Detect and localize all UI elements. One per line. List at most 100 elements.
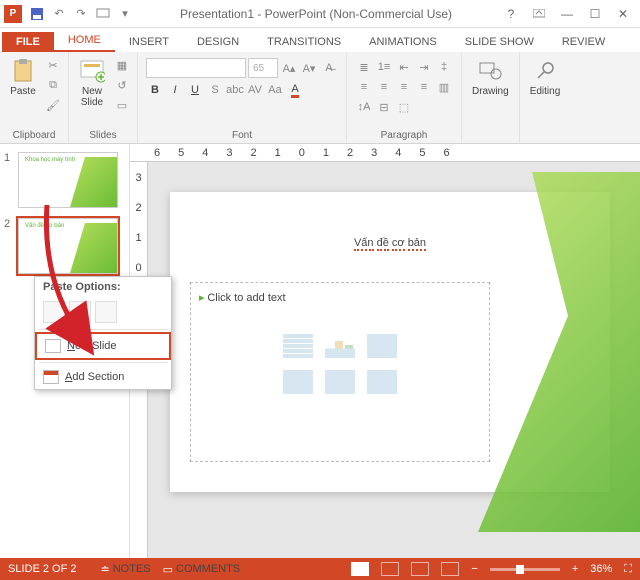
thumbnail-2[interactable]: Vấn đề cơ bản — [18, 218, 118, 274]
font-family-select[interactable] — [146, 58, 246, 78]
italic-button[interactable]: I — [166, 81, 184, 99]
indent-left-icon[interactable]: ⇤ — [395, 58, 413, 76]
grow-font-icon[interactable]: A▴ — [280, 59, 298, 77]
tab-insert[interactable]: INSERT — [115, 32, 183, 52]
font-color-icon[interactable]: A — [286, 81, 304, 99]
help-icon[interactable]: ? — [498, 4, 524, 24]
line-spacing-icon[interactable]: ‡ — [435, 58, 453, 76]
cut-icon[interactable]: ✂ — [44, 56, 62, 74]
insert-table-icon[interactable] — [283, 334, 313, 358]
align-center-icon[interactable]: ≡ — [375, 78, 393, 96]
minimize-icon[interactable]: — — [554, 4, 580, 24]
slideshow-view-icon[interactable] — [441, 562, 459, 576]
align-left-icon[interactable]: ≡ — [355, 78, 373, 96]
section-icon[interactable]: ▭ — [113, 96, 131, 114]
underline-button[interactable]: U — [186, 81, 204, 99]
insert-picture-icon[interactable] — [283, 370, 313, 394]
redo-icon[interactable]: ↷ — [72, 5, 90, 23]
numbering-icon[interactable]: 1≡ — [375, 58, 393, 76]
reading-view-icon[interactable] — [411, 562, 429, 576]
zoom-out-button[interactable]: − — [471, 563, 477, 575]
tab-home[interactable]: HOME — [54, 30, 115, 52]
slide-title[interactable]: Vấn đề cơ bản — [170, 222, 610, 254]
strike-button[interactable]: S — [206, 81, 224, 99]
context-add-section[interactable]: Add Section — [35, 365, 171, 389]
comments-button[interactable]: ▭ COMMENTS — [163, 563, 241, 576]
thumb-number: 1 — [4, 152, 14, 208]
thumb-number: 2 — [4, 218, 14, 274]
paste-icon — [10, 58, 36, 84]
ribbon: Paste ✂ ⧉ 🖌 Clipboard New Slide ▦ ↺ ▭ Sl… — [0, 52, 640, 144]
new-slide-button[interactable]: New Slide — [75, 56, 109, 110]
insert-chart-icon[interactable] — [325, 334, 355, 358]
notes-button[interactable]: ≐ NOTES — [100, 563, 150, 576]
slide[interactable]: Vấn đề cơ bản ▸ Click to add text — [170, 192, 610, 492]
start-slideshow-icon[interactable] — [94, 5, 112, 23]
add-section-icon — [43, 370, 59, 384]
tab-slideshow[interactable]: SLIDE SHOW — [451, 32, 548, 52]
justify-icon[interactable]: ≡ — [415, 78, 433, 96]
layout-icon[interactable]: ▦ — [113, 56, 131, 74]
group-drawing: Drawing — [462, 52, 520, 143]
shadow-button[interactable]: abc — [226, 81, 244, 99]
slide-indicator[interactable]: SLIDE 2 OF 2 — [8, 563, 76, 575]
tab-design[interactable]: DESIGN — [183, 32, 253, 52]
insert-smartart-icon[interactable] — [367, 334, 397, 358]
clear-format-icon[interactable]: A̶ — [320, 59, 338, 77]
editing-button[interactable]: Editing — [526, 56, 565, 99]
window-title: Presentation1 - PowerPoint (Non-Commerci… — [134, 7, 498, 21]
paste-button[interactable]: Paste — [6, 56, 40, 99]
format-painter-icon[interactable]: 🖌 — [44, 96, 62, 114]
context-new-slide-label: New Slide — [67, 340, 117, 352]
bold-button[interactable]: B — [146, 81, 164, 99]
char-spacing-icon[interactable]: AV — [246, 81, 264, 99]
tab-transitions[interactable]: TRANSITIONS — [253, 32, 355, 52]
normal-view-icon[interactable] — [351, 562, 369, 576]
group-slides: New Slide ▦ ↺ ▭ Slides — [69, 52, 138, 143]
new-slide-icon — [45, 339, 61, 353]
zoom-level[interactable]: 36% — [590, 563, 612, 575]
paste-keep-source-icon[interactable] — [69, 301, 91, 323]
save-icon[interactable] — [28, 5, 46, 23]
text-direction-icon[interactable]: ↕A — [355, 98, 373, 116]
thumbnail-1[interactable]: Khoa học máy tính — [18, 152, 118, 208]
align-right-icon[interactable]: ≡ — [395, 78, 413, 96]
status-bar: SLIDE 2 OF 2 ≐ NOTES ▭ COMMENTS − + 36% … — [0, 558, 640, 580]
copy-icon[interactable]: ⧉ — [44, 76, 62, 94]
align-text-icon[interactable]: ⊟ — [375, 98, 393, 116]
sorter-view-icon[interactable] — [381, 562, 399, 576]
reset-icon[interactable]: ↺ — [113, 76, 131, 94]
close-icon[interactable]: ✕ — [610, 4, 636, 24]
shrink-font-icon[interactable]: A▾ — [300, 59, 318, 77]
content-placeholder[interactable]: ▸ Click to add text — [190, 282, 490, 462]
indent-right-icon[interactable]: ⇥ — [415, 58, 433, 76]
drawing-button[interactable]: Drawing — [468, 56, 513, 99]
insert-video-icon[interactable] — [367, 370, 397, 394]
group-label-clipboard: Clipboard — [6, 130, 62, 141]
undo-icon[interactable]: ↶ — [50, 5, 68, 23]
change-case-icon[interactable]: Aa — [266, 81, 284, 99]
group-paragraph: ≣ 1≡ ⇤ ⇥ ‡ ≡ ≡ ≡ ≡ ▥ ↕A ⊟ ⬚ Paragraph — [347, 52, 462, 143]
group-label-font: Font — [144, 130, 340, 141]
tab-animations[interactable]: ANIMATIONS — [355, 32, 451, 52]
ribbon-options-icon[interactable] — [526, 4, 552, 24]
fit-to-window-icon[interactable]: ⛶ — [624, 563, 632, 576]
bullets-icon[interactable]: ≣ — [355, 58, 373, 76]
qat-more-icon[interactable]: ▾ — [116, 5, 134, 23]
zoom-slider[interactable] — [490, 568, 560, 571]
zoom-in-button[interactable]: + — [572, 563, 578, 575]
paste-picture-icon[interactable] — [95, 301, 117, 323]
tab-review[interactable]: REVIEW — [548, 32, 619, 52]
smartart-icon[interactable]: ⬚ — [395, 98, 413, 116]
maximize-icon[interactable]: ☐ — [582, 4, 608, 24]
insert-online-picture-icon[interactable] — [325, 370, 355, 394]
context-new-slide[interactable]: New Slide — [35, 332, 171, 360]
paste-dest-theme-icon[interactable] — [43, 301, 65, 323]
font-size-select[interactable]: 65 — [248, 58, 278, 78]
app-icon: P — [4, 5, 22, 23]
drawing-icon — [477, 58, 503, 84]
columns-icon[interactable]: ▥ — [435, 78, 453, 96]
new-slide-label: New Slide — [81, 86, 103, 108]
slide-canvas[interactable]: 6543210123456 3210123 Vấn đề cơ bản ▸ Cl… — [130, 144, 640, 558]
tab-file[interactable]: FILE — [2, 32, 54, 52]
